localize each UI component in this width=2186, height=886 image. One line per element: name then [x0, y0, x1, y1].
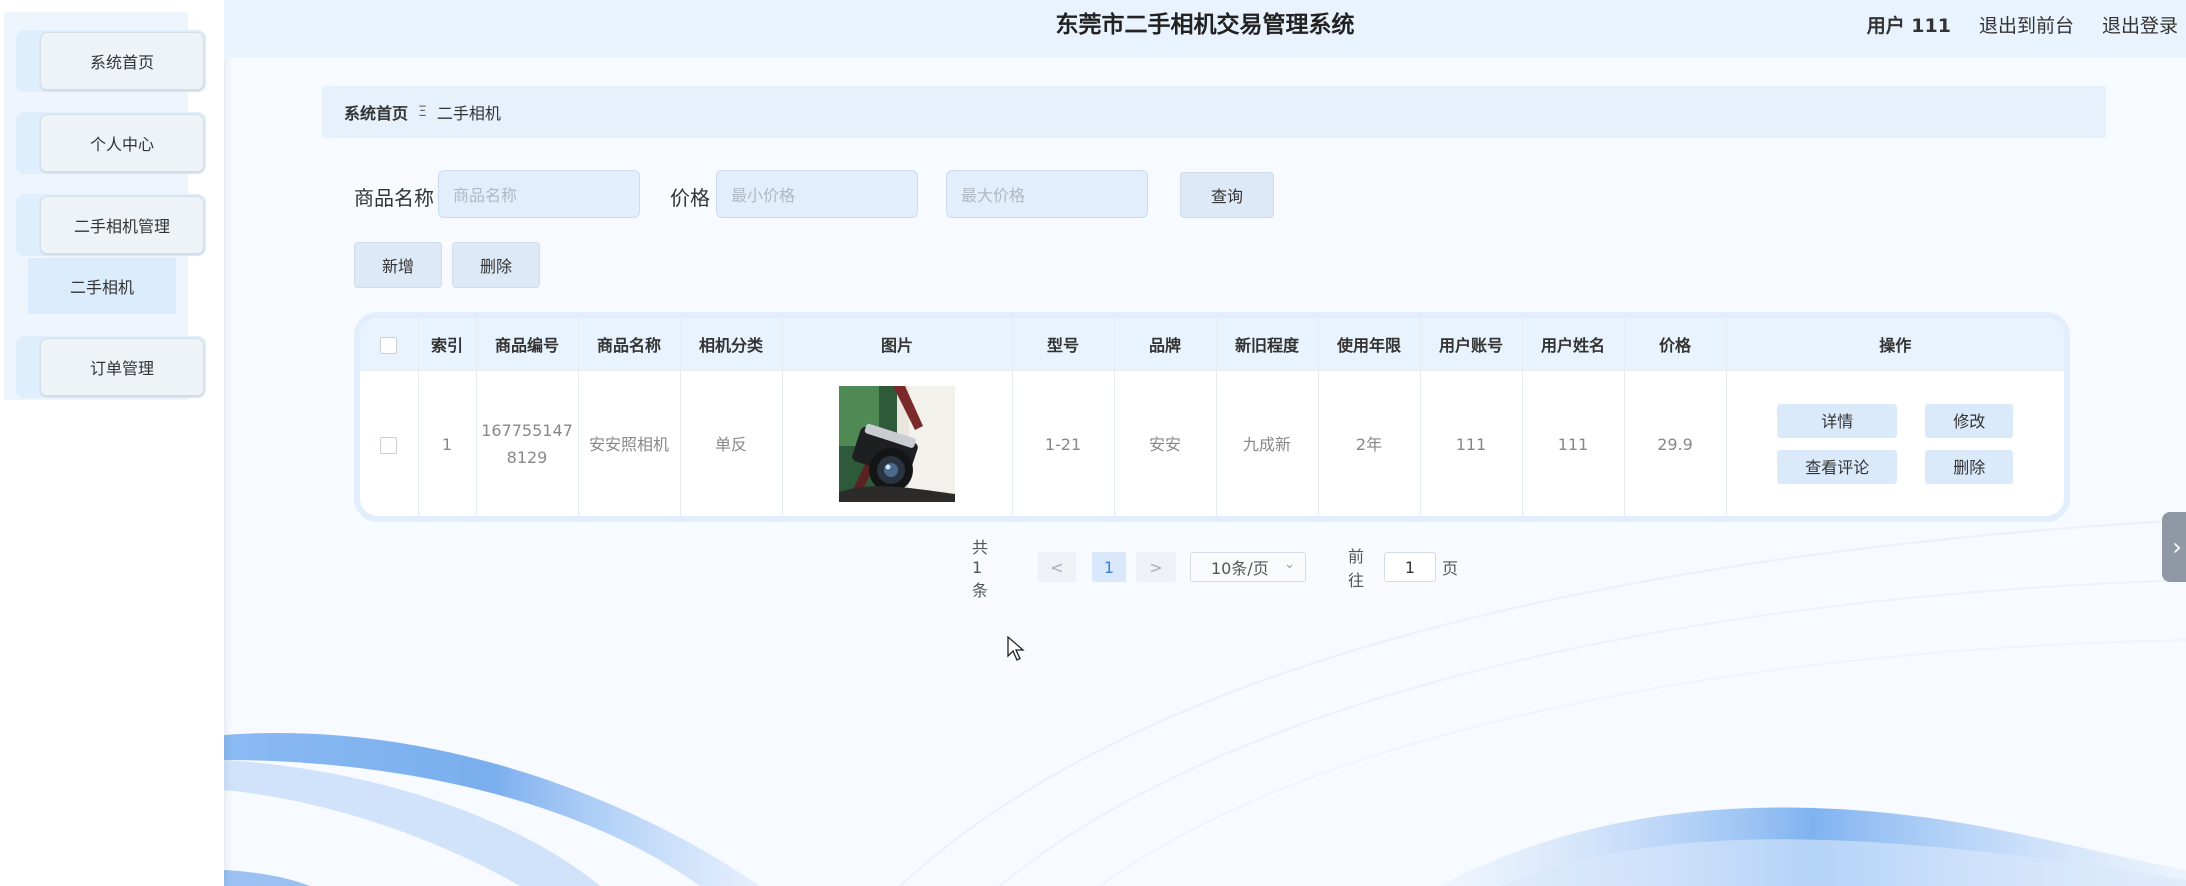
top-bar: 东莞市二手相机交易管理系统 用户 111 退出到前台 退出登录 [224, 0, 2186, 58]
page-size-value: 10条/页 [1211, 559, 1269, 578]
max-price-input[interactable]: 最大价格 [946, 170, 1148, 218]
edit-button[interactable]: 修改 [1925, 404, 2014, 438]
table-row: 1 1677551478129 安安照相机 单反 1-21 安安 九成新 2年 … [360, 370, 2064, 516]
breadcrumb: 系统首页 Ξ 二手相机 [322, 86, 2106, 138]
row-delete-button[interactable]: 删除 [1925, 450, 2014, 484]
name-label: 商品名称 [354, 186, 434, 210]
chevron-down-icon: ⌄ [1284, 557, 1295, 572]
add-button[interactable]: 新增 [354, 242, 442, 288]
row-actions: 详情 修改 查看评论 删除 [1731, 404, 2061, 484]
table-header-row: 索引 商品编号 商品名称 相机分类 图片 型号 品牌 新旧程度 使用年限 用户账… [360, 318, 2064, 371]
cell-model: 1-21 [1012, 370, 1115, 516]
chevron-right-icon: › [2172, 533, 2182, 561]
goto-page-input[interactable]: 1 [1384, 552, 1436, 582]
sidebar-item-label: 个人中心 [40, 114, 204, 172]
main-content: 系统首页 Ξ 二手相机 商品名称 商品名称 价格 最小价格 最大价格 查询 新增… [224, 58, 2186, 886]
breadcrumb-separator-icon: Ξ [418, 104, 427, 120]
price-label: 价格 [670, 186, 710, 210]
back-to-front-link[interactable]: 退出到前台 [1979, 11, 2074, 38]
min-price-input[interactable]: 最小价格 [716, 170, 918, 218]
select-all-checkbox[interactable] [380, 336, 398, 354]
prev-page-button[interactable]: < [1038, 552, 1076, 582]
view-comments-button[interactable]: 查看评论 [1777, 450, 1898, 484]
column-header: 用户账号 [1420, 318, 1523, 371]
cell-name: 安安照相机 [578, 370, 681, 516]
cell-years: 2年 [1318, 370, 1421, 516]
column-header: 操作 [1726, 318, 2064, 371]
column-header: 价格 [1624, 318, 1727, 371]
page-number-current[interactable]: 1 [1092, 552, 1126, 582]
sidebar-item-profile[interactable]: 个人中心 [16, 112, 206, 174]
cell-image [782, 370, 1013, 516]
cell-condition: 九成新 [1216, 370, 1319, 516]
cell-operations: 详情 修改 查看评论 删除 [1726, 370, 2064, 516]
logout-link[interactable]: 退出登录 [2102, 11, 2178, 38]
header-checkbox-cell [360, 318, 419, 371]
cell-category: 单反 [680, 370, 783, 516]
top-links: 用户 111 退出到前台 退出登录 [1867, 0, 2186, 48]
goto-label: 前往 [1348, 547, 1365, 590]
column-header: 用户姓名 [1522, 318, 1625, 371]
column-header: 商品编号 [476, 318, 579, 371]
sidebar-item-camera-management[interactable]: 二手相机管理 [16, 194, 206, 256]
sidebar-item-label: 二手相机管理 [40, 196, 204, 254]
mouse-cursor-icon [1007, 636, 1025, 661]
sidebar-item-home[interactable]: 系统首页 [16, 30, 206, 92]
page-size-select[interactable]: 10条/页 ⌄ [1190, 552, 1306, 582]
sidebar: 系统首页 个人中心 二手相机管理 二手相机 订单管理 [0, 0, 224, 886]
row-checkbox[interactable] [380, 436, 398, 454]
cell-code: 1677551478129 [476, 370, 579, 516]
next-page-button[interactable]: > [1136, 552, 1176, 582]
column-header: 使用年限 [1318, 318, 1421, 371]
breadcrumb-home[interactable]: 系统首页 [344, 100, 408, 124]
name-search-input[interactable]: 商品名称 [438, 170, 640, 218]
column-header: 品牌 [1114, 318, 1217, 371]
cell-price: 29.9 [1624, 370, 1727, 516]
column-header: 索引 [418, 318, 477, 371]
detail-button[interactable]: 详情 [1777, 404, 1898, 438]
pagination-total: 共 1 条 [972, 537, 989, 600]
column-header: 新旧程度 [1216, 318, 1319, 371]
sidebar-item-orders[interactable]: 订单管理 [16, 336, 206, 398]
column-header: 商品名称 [578, 318, 681, 371]
breadcrumb-current: 二手相机 [436, 104, 501, 123]
cell-account: 111 [1420, 370, 1523, 516]
cell-index: 1 [418, 370, 477, 516]
sidebar-subitem-cameras[interactable]: 二手相机 [28, 258, 176, 314]
cell-username: 111 [1522, 370, 1625, 516]
delete-button[interactable]: 删除 [452, 242, 540, 288]
camera-photo [839, 386, 955, 502]
column-header: 型号 [1012, 318, 1115, 371]
user-label: 用户 111 [1866, 14, 1951, 37]
cell-brand: 安安 [1114, 370, 1217, 516]
sidebar-item-label: 订单管理 [40, 338, 204, 396]
data-table: 索引 商品编号 商品名称 相机分类 图片 型号 品牌 新旧程度 使用年限 用户账… [354, 312, 2070, 522]
side-panel-toggle[interactable]: › [2162, 512, 2186, 582]
column-header: 相机分类 [680, 318, 783, 371]
sidebar-item-label: 系统首页 [40, 32, 204, 90]
query-button[interactable]: 查询 [1180, 172, 1274, 218]
page-suffix: 页 [1442, 559, 1459, 578]
column-header: 图片 [782, 318, 1013, 371]
row-checkbox-cell [360, 370, 419, 516]
